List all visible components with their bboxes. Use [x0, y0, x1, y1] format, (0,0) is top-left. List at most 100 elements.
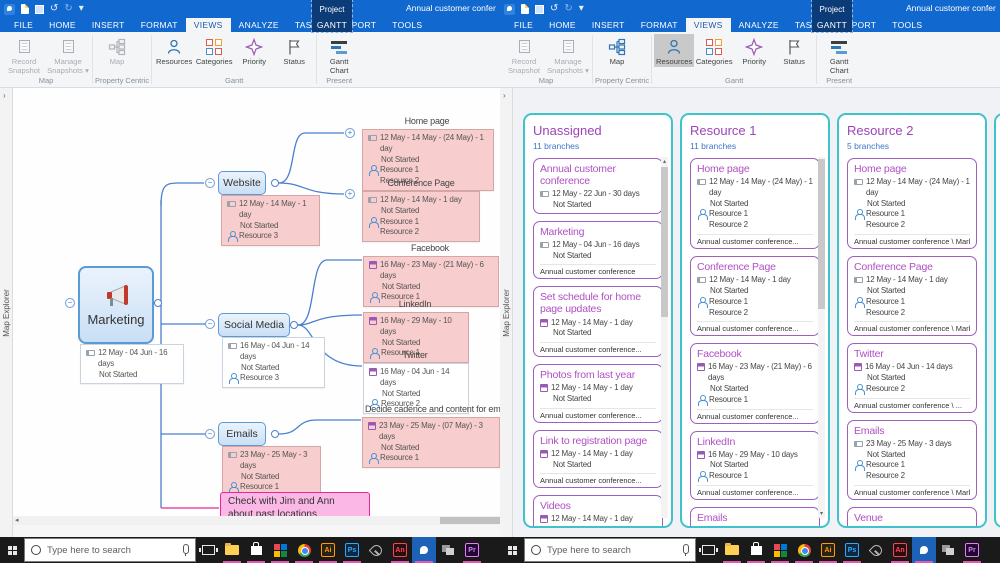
store-icon[interactable] [244, 537, 268, 563]
premiere-icon[interactable]: Pr [460, 537, 484, 563]
resources-button[interactable]: Resources [654, 34, 694, 67]
chrome-icon[interactable] [292, 537, 316, 563]
tab-tools[interactable]: TOOLS [384, 18, 430, 32]
branch-card[interactable]: Link to registration page 12 May - 14 Ma… [533, 430, 663, 489]
branch-connector-dot[interactable] [290, 321, 298, 329]
tab-file[interactable]: FILE [6, 18, 41, 32]
gantt-chart-button[interactable]: Gantt Chart [319, 34, 359, 75]
map-node-website[interactable]: Website [218, 171, 266, 195]
map-view-button[interactable]: Map [595, 34, 639, 67]
expand-panel-icon[interactable]: › [503, 91, 506, 100]
branch-card[interactable]: Conference Page 12 May - 14 May - 1 day … [690, 256, 820, 336]
map-node-social-media[interactable]: Social Media [218, 313, 290, 337]
start-button[interactable] [0, 537, 24, 563]
app-logo-icon[interactable] [4, 4, 15, 15]
branch-connector-dot[interactable] [154, 299, 162, 307]
store-icon[interactable] [744, 537, 768, 563]
branch-card[interactable]: Set schedule for home page updates 12 Ma… [533, 286, 663, 357]
branch-label-linkedin[interactable]: LinkedIn [363, 299, 467, 309]
microphone-icon[interactable] [181, 544, 189, 557]
branch-card[interactable]: Annual customer conference 12 May - 22 J… [533, 158, 663, 214]
resource-column-resource-1[interactable]: Resource 1 11 branches Home page 12 May … [680, 113, 830, 528]
animate-icon[interactable]: An [888, 537, 912, 563]
tab-tools[interactable]: TOOLS [884, 18, 930, 32]
manage-snapshots-button[interactable]: Manage Snapshots ▾ [46, 34, 90, 75]
tab-gantt[interactable]: GANTT [812, 18, 852, 32]
branch-label-home-page[interactable]: Home page [362, 116, 492, 126]
photoshop-icon[interactable]: Ps [840, 537, 864, 563]
column-scrollbar[interactable]: ▾ [818, 157, 825, 518]
status-button[interactable]: Status [774, 34, 814, 67]
app-logo-icon[interactable] [504, 4, 515, 15]
new-document-icon[interactable] [521, 4, 529, 14]
scroll-left-icon[interactable]: ◂ [15, 516, 19, 525]
mind-map-canvas[interactable]: Marketing 12 May - 04 Jun - 16 days Not … [13, 88, 500, 537]
redo-icon[interactable]: ↻ [564, 4, 572, 14]
taskbar-search[interactable]: Type here to search [524, 538, 696, 562]
scroll-down-icon[interactable]: ▾ [818, 510, 825, 517]
branch-label-twitter[interactable]: Twitter [363, 350, 467, 360]
task-info-social-media[interactable]: 16 May - 04 Jun - 14 days Not Started Re… [222, 337, 325, 388]
chrome-icon[interactable] [792, 537, 816, 563]
branch-connector-dot[interactable] [271, 179, 279, 187]
file-explorer-icon[interactable] [220, 537, 244, 563]
column-scrollbar[interactable]: ▴ [661, 157, 668, 518]
office-icon[interactable] [768, 537, 792, 563]
branch-card[interactable]: Home page 12 May - 14 May - (24 May) - 1… [847, 158, 977, 249]
tab-file[interactable]: FILE [506, 18, 541, 32]
tab-gantt[interactable]: GANTT [312, 18, 352, 32]
branch-card[interactable]: Conference Page 12 May - 14 May - 1 day … [847, 256, 977, 336]
branch-label-conference-page[interactable]: Conference Page [362, 178, 480, 188]
taskbar-search[interactable]: Type here to search [24, 538, 196, 562]
satellite-icon[interactable] [864, 537, 888, 563]
resources-button[interactable]: Resources [154, 34, 194, 67]
branch-card[interactable]: Marketing 12 May - 04 Jun - 16 days Not … [533, 221, 663, 280]
expand-panel-icon[interactable]: › [3, 91, 6, 100]
branch-card[interactable]: Emails 23 May - 25 May - 3 days Not Star… [847, 420, 977, 500]
expand-icon[interactable]: + [345, 189, 355, 199]
branch-card[interactable]: Photos from last year 12 May - 14 May - … [533, 364, 663, 423]
branch-card[interactable]: Facebook 16 May - 23 May - (21 May) - 6 … [690, 343, 820, 423]
new-document-icon[interactable] [21, 4, 29, 14]
scroll-up-icon[interactable]: ▴ [661, 158, 668, 165]
mindview-taskbar-icon[interactable] [912, 537, 936, 563]
animate-icon[interactable]: An [388, 537, 412, 563]
office-icon[interactable] [268, 537, 292, 563]
branch-card[interactable]: LinkedIn 16 May - 29 May - 10 days Not S… [690, 431, 820, 500]
branch-connector-dot[interactable] [271, 430, 279, 438]
tab-insert[interactable]: INSERT [84, 18, 133, 32]
map-node-marketing[interactable]: Marketing [78, 266, 154, 344]
task-info-decide-cadence[interactable]: 23 May - 25 May - (07 May) - 3 days Not … [362, 417, 500, 468]
tab-home[interactable]: HOME [41, 18, 84, 32]
map-explorer-panel[interactable]: › Map Explorer [0, 88, 13, 537]
photoshop-icon[interactable]: Ps [340, 537, 364, 563]
illustrator-icon[interactable]: Ai [816, 537, 840, 563]
tab-views[interactable]: VIEWS [186, 18, 231, 32]
microphone-icon[interactable] [681, 544, 689, 557]
scrollbar-thumb[interactable] [440, 517, 500, 524]
map-explorer-panel[interactable]: › Map Explorer [500, 88, 513, 537]
mindview-taskbar-icon[interactable] [412, 537, 436, 563]
record-snapshot-button[interactable]: Record Snapshot [502, 34, 546, 75]
tab-format[interactable]: FORMAT [633, 18, 686, 32]
resource-column-resource-2[interactable]: Resource 2 5 branches Home page 12 May -… [837, 113, 987, 528]
premiere-icon[interactable]: Pr [960, 537, 984, 563]
priority-button[interactable]: Priority [734, 34, 774, 67]
branch-card[interactable]: Emails 23 May - 25 May - 3 days Not Star… [690, 507, 820, 528]
remote-desktop-icon[interactable] [436, 537, 460, 563]
tab-analyze[interactable]: ANALYZE [731, 18, 787, 32]
map-node-emails[interactable]: Emails [218, 422, 266, 446]
qat-more-icon[interactable]: ▾ [79, 4, 84, 14]
file-explorer-icon[interactable] [720, 537, 744, 563]
scrollbar-thumb[interactable] [818, 159, 825, 309]
map-view-button[interactable]: Map [95, 34, 139, 67]
collapse-icon[interactable]: − [205, 319, 215, 329]
tab-insert[interactable]: INSERT [584, 18, 633, 32]
satellite-icon[interactable] [364, 537, 388, 563]
categories-button[interactable]: Categories [194, 34, 234, 67]
branch-label-decide-cadence[interactable]: Decide cadence and content for emails [365, 404, 500, 414]
status-button[interactable]: Status [274, 34, 314, 67]
branch-card[interactable]: Twitter 16 May - 04 Jun - 14 days Not St… [847, 343, 977, 412]
illustrator-icon[interactable]: Ai [316, 537, 340, 563]
scrollbar-thumb[interactable] [661, 167, 668, 317]
